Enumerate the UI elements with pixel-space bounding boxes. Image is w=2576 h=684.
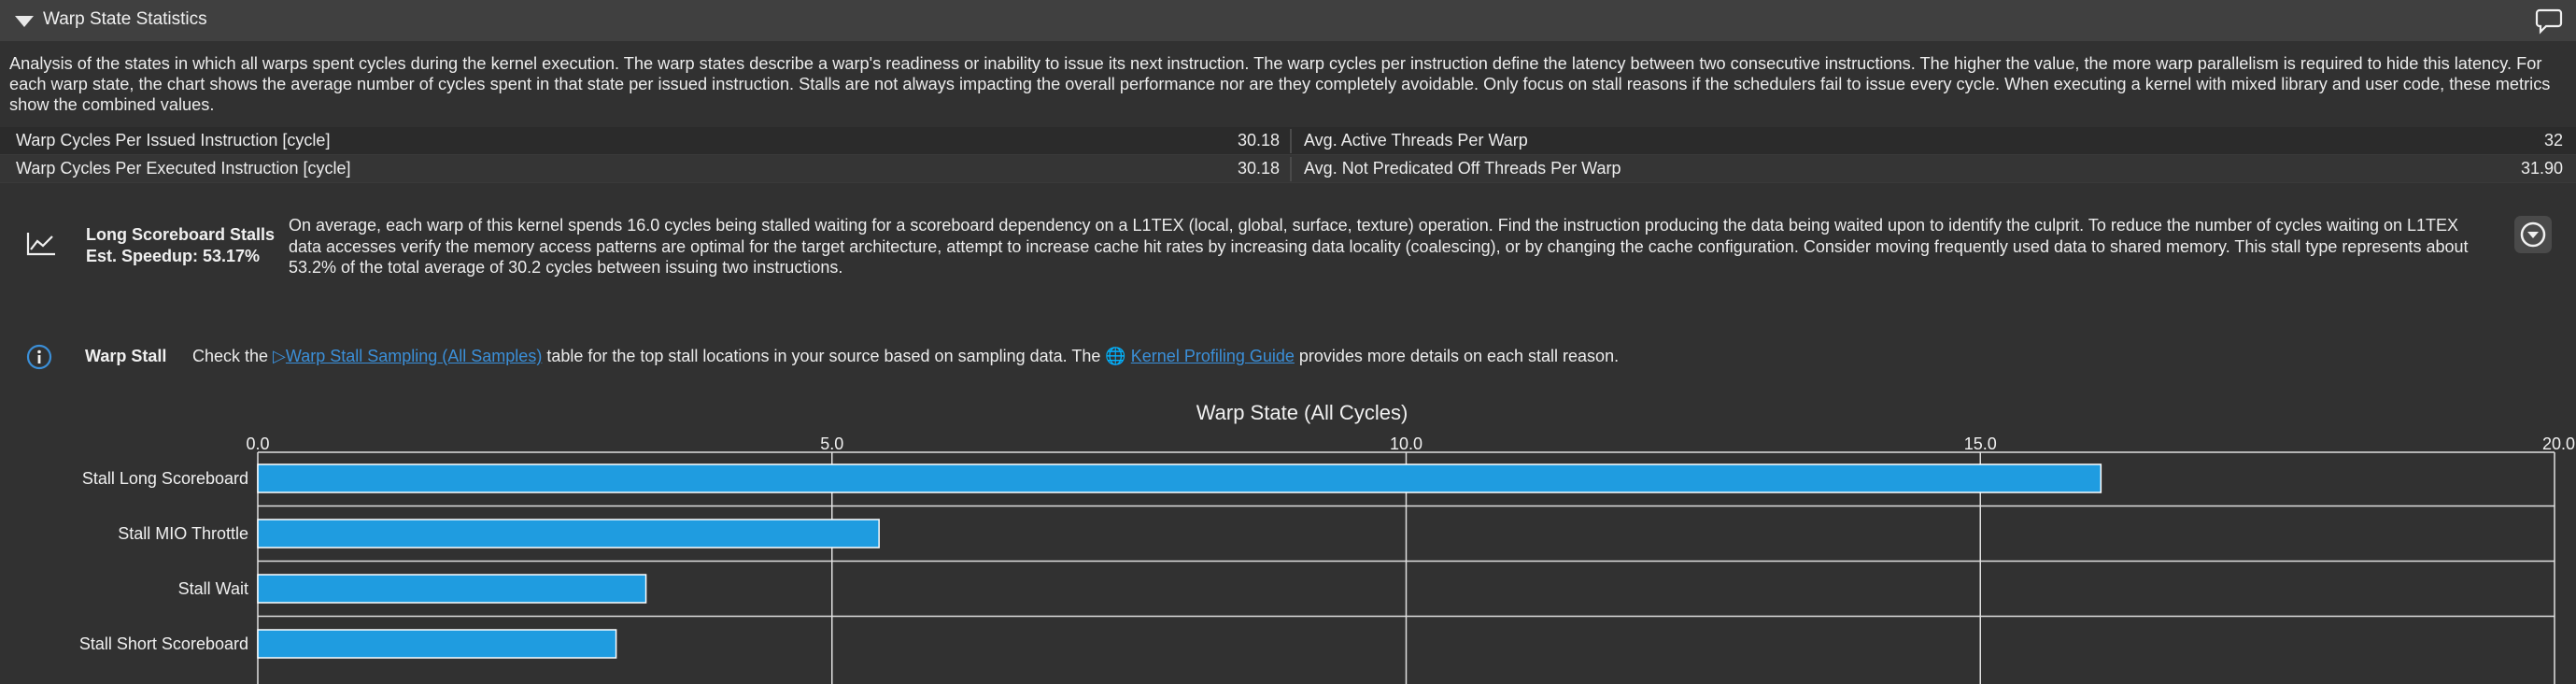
metrics-table: Warp Cycles Per Issued Instruction [cycl… xyxy=(0,127,2576,183)
metric-value: 30.18 xyxy=(1237,159,1280,178)
hint-text: Check the ▷Warp Stall Sampling (All Samp… xyxy=(192,347,1619,366)
bar xyxy=(257,574,647,604)
x-tick-label: 20.0 xyxy=(2542,435,2575,453)
metric-label: Avg. Not Predicated Off Threads Per Warp xyxy=(1304,159,1621,178)
globe-icon: 🌐 xyxy=(1105,347,1126,365)
bar xyxy=(257,463,2102,493)
category-label: Stall Wait xyxy=(178,579,248,598)
hint-label: Warp Stall xyxy=(85,347,167,365)
x-tick-label: 0.0 xyxy=(246,435,269,453)
section-header[interactable]: Warp State Statistics xyxy=(0,0,2576,41)
metric-value: 31.90 xyxy=(2520,159,2563,178)
hint-middle: table for the top stall locations in you… xyxy=(542,347,1106,365)
chart-title: Warp State (All Cycles) xyxy=(1196,401,1408,424)
info-icon xyxy=(26,344,52,370)
long-scoreboard-stall-rule: Long Scoreboard Stalls Est. Speedup: 53.… xyxy=(0,201,2576,294)
section-title: Warp State Statistics xyxy=(43,9,207,29)
table-row: Warp Cycles Per Executed Instruction [cy… xyxy=(0,155,2576,183)
hint-prefix: Check the xyxy=(192,347,274,365)
hint-suffix: provides more details on each stall reas… xyxy=(1294,347,1620,365)
line-chart-icon xyxy=(26,233,55,256)
comment-icon[interactable] xyxy=(2535,7,2563,35)
chevron-down-circle-icon xyxy=(2520,221,2546,248)
category-label: Stall MIO Throttle xyxy=(118,524,248,543)
x-tick-label: 15.0 xyxy=(1964,435,1997,453)
rule-name: Long Scoreboard Stalls xyxy=(86,225,276,244)
metric-label: Avg. Active Threads Per Warp xyxy=(1304,131,1528,150)
collapse-caret-icon[interactable] xyxy=(15,16,34,27)
warp-stall-sampling-link[interactable]: Warp Stall Sampling (All Samples) xyxy=(286,347,542,365)
table-row: Warp Cycles Per Issued Instruction [cycl… xyxy=(0,127,2576,155)
metric-label: Warp Cycles Per Executed Instruction [cy… xyxy=(16,159,351,178)
column-divider xyxy=(1290,157,1292,181)
metric-value: 30.18 xyxy=(1237,131,1280,150)
warp-stall-hint: Warp Stall Check the ▷Warp Stall Samplin… xyxy=(0,341,2576,375)
rule-text: On average, each warp of this kernel spe… xyxy=(289,216,2469,277)
source-view-icon: ▷ xyxy=(273,347,286,365)
category-label: Stall Long Scoreboard xyxy=(82,469,248,488)
x-tick-label: 5.0 xyxy=(820,435,843,453)
bar xyxy=(257,519,880,549)
warp-state-chart: Warp State (All Cycles) 0.0 5.0 10.0 15.0 20.… xyxy=(79,401,2575,684)
section-description: Analysis of the states in which all warp… xyxy=(9,54,2551,114)
category-label: Stall Short Scoreboard xyxy=(79,634,248,653)
rule-speedup: Est. Speedup: 53.17% xyxy=(86,247,261,265)
metric-value: 32 xyxy=(2543,131,2563,150)
bar xyxy=(257,629,617,659)
metric-label: Warp Cycles Per Issued Instruction [cycl… xyxy=(16,131,331,150)
expand-rule-button[interactable] xyxy=(2514,216,2552,253)
kernel-profiling-guide-link[interactable]: Kernel Profiling Guide xyxy=(1131,347,1295,365)
column-divider xyxy=(1290,129,1292,153)
x-tick-label: 10.0 xyxy=(1390,435,1422,453)
